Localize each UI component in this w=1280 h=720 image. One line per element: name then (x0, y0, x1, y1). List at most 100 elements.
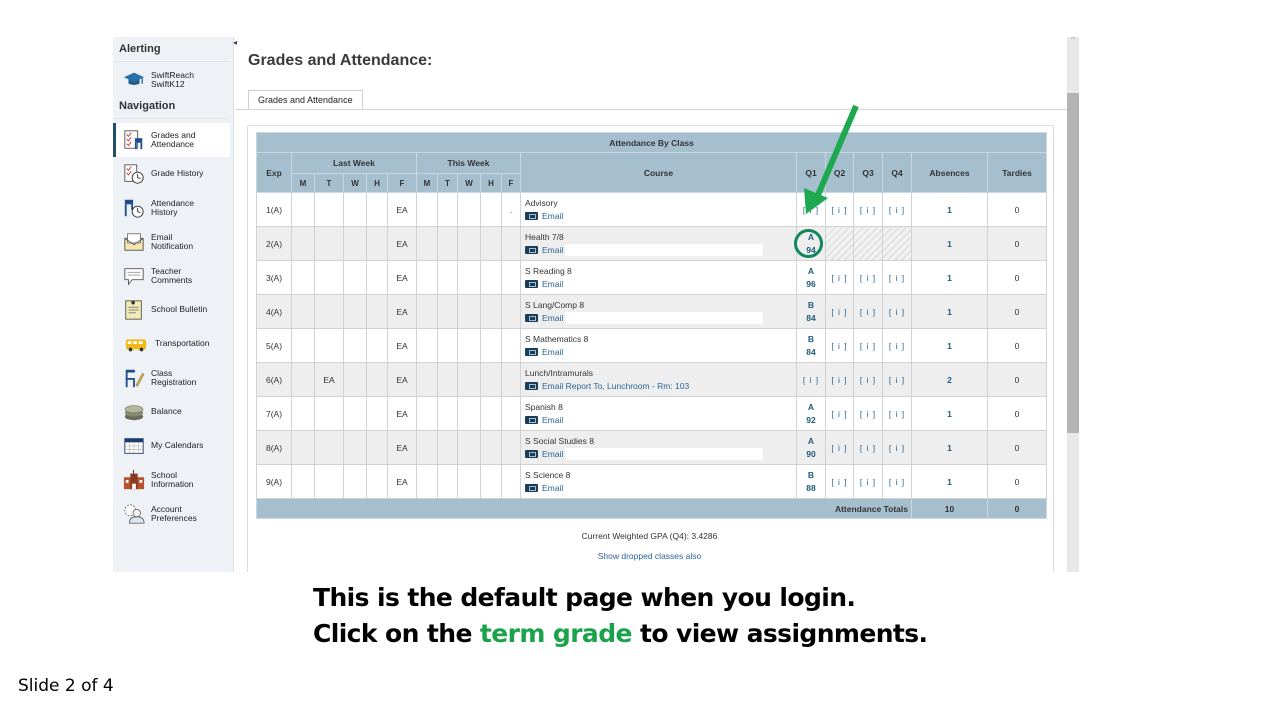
sidebar-item-grades-and-attendance[interactable]: Grades and Attendance (113, 123, 230, 157)
info-link[interactable]: [ i ] (860, 341, 876, 351)
info-link[interactable]: [ i ] (803, 205, 819, 215)
sidebar-item-transportation[interactable]: Transportation (113, 327, 233, 361)
absences-link[interactable]: 1 (947, 341, 952, 351)
email-icon[interactable] (525, 416, 538, 424)
show-dropped-classes-link[interactable]: Show dropped classes also (598, 551, 701, 561)
q4-grade-cell[interactable]: [ i ] (882, 192, 912, 227)
info-link[interactable]: [ i ] (831, 205, 847, 215)
absences-cell[interactable]: 1 (911, 226, 988, 261)
sidebar-item-account-preferences[interactable]: Account Preferences (113, 497, 233, 531)
absences-link[interactable]: 1 (947, 273, 952, 283)
email-teacher-link[interactable]: Email (542, 482, 563, 495)
q1-grade-cell[interactable]: [ i ] (796, 362, 826, 397)
q2-grade-cell[interactable]: [ i ] (825, 294, 854, 329)
scroll-up-arrow-icon[interactable]: ^ (1067, 37, 1079, 44)
q3-grade-cell[interactable]: [ i ] (853, 464, 883, 499)
absences-link[interactable]: 2 (947, 375, 952, 385)
term-grade-link[interactable]: B 88 (797, 469, 825, 495)
info-link[interactable]: [ i ] (889, 273, 905, 283)
sidebar-item-teacher-comments[interactable]: Teacher Comments (113, 259, 233, 293)
q4-grade-cell[interactable]: [ i ] (882, 294, 912, 329)
absences-cell[interactable]: 1 (911, 396, 988, 431)
info-link[interactable]: [ i ] (889, 205, 905, 215)
term-grade-link[interactable]: B 84 (797, 333, 825, 359)
email-teacher-link[interactable]: Email (542, 414, 563, 427)
email-icon[interactable] (525, 314, 538, 322)
q4-grade-cell[interactable]: [ i ] (882, 464, 912, 499)
q2-grade-cell[interactable]: [ i ] (825, 328, 854, 363)
info-link[interactable]: [ i ] (860, 307, 876, 317)
email-icon[interactable] (525, 484, 538, 492)
q2-grade-cell[interactable]: [ i ] (825, 396, 854, 431)
absences-link[interactable]: 1 (947, 205, 952, 215)
absences-cell[interactable]: 1 (911, 192, 988, 227)
info-link[interactable]: [ i ] (889, 409, 905, 419)
sidebar-item-school-information[interactable]: School Information (113, 463, 233, 497)
tab-grades-and-attendance[interactable]: Grades and Attendance (248, 90, 363, 110)
info-link[interactable]: [ i ] (831, 375, 847, 385)
term-grade-link[interactable]: A 96 (797, 265, 825, 291)
q1-grade-cell[interactable]: A 90 (796, 430, 826, 465)
sidebar-item-grade-history[interactable]: Grade History (113, 157, 233, 191)
info-link[interactable]: [ i ] (889, 443, 905, 453)
scrollbar-thumb[interactable] (1067, 93, 1079, 433)
absences-cell[interactable]: 1 (911, 464, 988, 499)
q2-grade-cell[interactable]: [ i ] (825, 464, 854, 499)
absences-cell[interactable]: 1 (911, 430, 988, 465)
info-link[interactable]: [ i ] (889, 375, 905, 385)
q3-grade-cell[interactable]: [ i ] (853, 294, 883, 329)
q2-grade-cell[interactable]: [ i ] (825, 260, 854, 295)
absences-cell[interactable]: 1 (911, 328, 988, 363)
info-link[interactable]: [ i ] (831, 477, 847, 487)
info-link[interactable]: [ i ] (860, 443, 876, 453)
q4-grade-cell[interactable]: [ i ] (882, 396, 912, 431)
q2-grade-cell[interactable]: [ i ] (825, 430, 854, 465)
email-teacher-link[interactable]: Email (542, 312, 563, 325)
info-link[interactable]: [ i ] (860, 477, 876, 487)
email-teacher-link[interactable]: Email Report To, Lunchroom - Rm: 103 (542, 380, 689, 393)
sidebar-item-email-notification[interactable]: Email Notification (113, 225, 233, 259)
q4-grade-cell[interactable]: [ i ] (882, 328, 912, 363)
q3-grade-cell[interactable]: [ i ] (853, 260, 883, 295)
info-link[interactable]: [ i ] (803, 375, 819, 385)
absences-cell[interactable]: 1 (911, 260, 988, 295)
q1-grade-cell[interactable]: A 96 (796, 260, 826, 295)
absences-cell[interactable]: 2 (911, 362, 988, 397)
sidebar-item-balance[interactable]: Balance (113, 395, 233, 429)
email-icon[interactable] (525, 348, 538, 356)
q3-grade-cell[interactable]: [ i ] (853, 192, 883, 227)
q1-grade-cell[interactable]: [ i ] (796, 192, 826, 227)
info-link[interactable]: [ i ] (889, 341, 905, 351)
email-teacher-link[interactable]: Email (542, 244, 563, 257)
absences-link[interactable]: 1 (947, 307, 952, 317)
q1-grade-cell[interactable]: B 88 (796, 464, 826, 499)
sidebar-item-my-calendars[interactable]: My Calendars (113, 429, 233, 463)
email-icon[interactable] (525, 246, 538, 254)
term-grade-link[interactable]: A 90 (797, 435, 825, 461)
q4-grade-cell[interactable]: [ i ] (882, 362, 912, 397)
info-link[interactable]: [ i ] (831, 273, 847, 283)
sidebar-item-attendance-history[interactable]: Attendance History (113, 191, 233, 225)
email-teacher-link[interactable]: Email (542, 210, 563, 223)
info-link[interactable]: [ i ] (889, 477, 905, 487)
q2-grade-cell[interactable]: [ i ] (825, 362, 854, 397)
q4-grade-cell[interactable]: [ i ] (882, 430, 912, 465)
info-link[interactable]: [ i ] (860, 409, 876, 419)
sidebar-item-swiftreach[interactable]: SwiftReach SwiftK12 (113, 62, 233, 98)
q4-grade-cell[interactable]: [ i ] (882, 260, 912, 295)
email-teacher-link[interactable]: Email (542, 448, 563, 461)
absences-link[interactable]: 1 (947, 409, 952, 419)
term-grade-link[interactable]: A 92 (797, 401, 825, 427)
absences-link[interactable]: 1 (947, 477, 952, 487)
email-teacher-link[interactable]: Email (542, 278, 563, 291)
q3-grade-cell[interactable]: [ i ] (853, 362, 883, 397)
sidebar-item-class-registration[interactable]: Class Registration (113, 361, 233, 395)
email-icon[interactable] (525, 280, 538, 288)
info-link[interactable]: [ i ] (831, 341, 847, 351)
q3-grade-cell[interactable]: [ i ] (853, 396, 883, 431)
q2-grade-cell[interactable]: [ i ] (825, 192, 854, 227)
email-icon[interactable] (525, 382, 538, 390)
absences-cell[interactable]: 1 (911, 294, 988, 329)
q3-grade-cell[interactable]: [ i ] (853, 328, 883, 363)
sidebar-item-school-bulletin[interactable]: School Bulletin (113, 293, 233, 327)
